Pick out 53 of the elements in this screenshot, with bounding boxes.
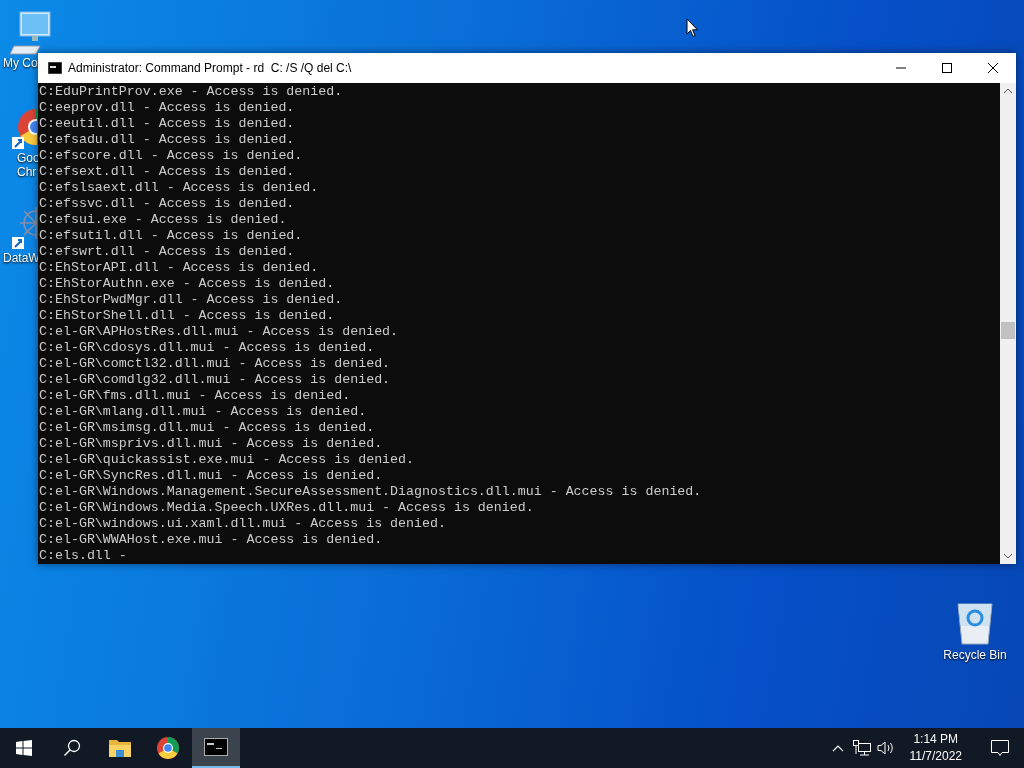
icon-label: DataW bbox=[3, 251, 40, 265]
console-line: C:el-GR\SyncRes.dll.mui - Access is denied. bbox=[39, 468, 384, 484]
window-title: Administrator: Command Prompt - rd C: /S /Q del C:\ bbox=[68, 60, 352, 77]
console-line: C:efsext.dll - Access is denied. bbox=[39, 164, 296, 180]
console-line: C:el-GR\msimsg.dll.mui - Access is denied. bbox=[39, 420, 376, 436]
console-icon bbox=[204, 738, 228, 756]
console-line: C:eeprov.dll - Access is denied. bbox=[39, 100, 296, 116]
console-line: C:EduPrintProv.exe - Access is denied. bbox=[39, 84, 344, 100]
folder-icon bbox=[109, 739, 131, 757]
console-line: C:eeutil.dll - Access is denied. bbox=[39, 116, 296, 132]
console-line: C:el-GR\fms.dll.mui - Access is denied. bbox=[39, 388, 352, 404]
console-line: C:el-GR\windows.ui.xaml.dll.mui - Access is denied. bbox=[39, 516, 447, 532]
console-line: C:efssvc.dll - Access is denied. bbox=[39, 196, 296, 212]
console-line: C:efsui.exe - Access is denied. bbox=[39, 212, 288, 228]
console-line: C:efsutil.dll - Access is denied. bbox=[39, 228, 304, 244]
console-line: C:EhStorAPI.dll - Access is denied. bbox=[39, 260, 320, 276]
console-line: C:el-GR\APHostRes.dll.mui - Access is denied. bbox=[39, 324, 400, 340]
recycle-bin-icon[interactable] bbox=[955, 600, 995, 646]
console-line: C:el-GR\Windows.Media.Speech.UXRes.dll.mui - Access is denied. bbox=[39, 500, 535, 516]
console-line: C:els.dll - bbox=[39, 548, 128, 564]
console-line: C:EhStorShell.dll - Access is denied. bbox=[39, 308, 336, 324]
chrome-icon bbox=[156, 736, 180, 760]
console-line: C:el-GR\comctl32.dll.mui - Access is denied. bbox=[39, 356, 392, 372]
console-line: C:EhStorAuthn.exe - Access is denied. bbox=[39, 276, 336, 292]
console-line: C:el-GR\msprivs.dll.mui - Access is denied. bbox=[39, 436, 384, 452]
console-line: C:efsadu.dll - Access is denied. bbox=[39, 132, 296, 148]
scroll-down-icon[interactable] bbox=[1004, 554, 1012, 559]
mouse-pointer-icon bbox=[686, 18, 699, 38]
icon-label: My Co bbox=[3, 56, 38, 70]
console-line: C:el-GR\Windows.Management.SecureAssessment.Diagnostics.dll.mui - Access is denied. bbox=[39, 484, 703, 500]
maximize-icon bbox=[942, 63, 952, 73]
console-app-icon bbox=[48, 62, 62, 74]
console-line: C:efswrt.dll - Access is denied. bbox=[39, 244, 296, 260]
console-taskbar-button[interactable] bbox=[192, 728, 240, 768]
console-line: C:efslsaext.dll - Access is denied. bbox=[39, 180, 320, 196]
scroll-up-icon[interactable] bbox=[1004, 88, 1012, 93]
icon-label: Goo Chr bbox=[17, 151, 40, 179]
console-line: C:EhStorPwdMgr.dll - Access is denied. bbox=[39, 292, 344, 308]
scroll-thumb[interactable] bbox=[1001, 322, 1015, 339]
start-icon bbox=[16, 740, 32, 756]
computer-icon[interactable] bbox=[10, 10, 54, 56]
recycle-bin-label: Recycle Bin bbox=[943, 647, 1007, 664]
network-graph-shortcut-icon[interactable] bbox=[10, 205, 37, 251]
clock[interactable]: 1:14 PM 11/7/2022 bbox=[901, 731, 970, 765]
scrollbar[interactable] bbox=[1000, 83, 1016, 564]
console-line: C:el-GR\WWAHost.exe.mui - Access is denied. bbox=[39, 532, 384, 548]
search-icon bbox=[63, 739, 81, 757]
console-line: C:el-GR\mlang.dll.mui - Access is denied. bbox=[39, 404, 368, 420]
close-icon bbox=[988, 63, 998, 73]
console-line: C:el-GR\quickassist.exe.mui - Access is denied. bbox=[39, 452, 416, 468]
console-line: C:el-GR\comdlg32.dll.mui - Access is denied. bbox=[39, 372, 392, 388]
console-line: C:el-GR\cdosys.dll.mui - Access is denied. bbox=[39, 340, 376, 356]
console-line: C:efscore.dll - Access is denied. bbox=[39, 148, 304, 164]
